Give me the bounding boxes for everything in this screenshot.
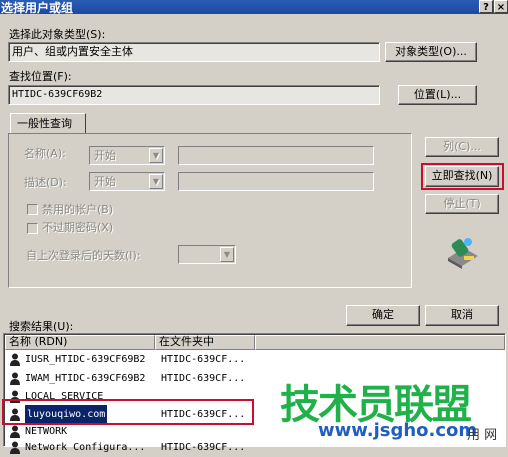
list-item[interactable]: IUSR_HTIDC-639CF69B2 HTIDC-639CF... — [5, 350, 255, 369]
chevron-down-icon: ▼ — [149, 174, 163, 189]
days-since-logon-label: 自上次登录后的天数(I): — [26, 249, 141, 262]
window-title: 选择用户或组 — [1, 1, 74, 15]
selected-row-highlight — [2, 399, 254, 425]
help-button[interactable]: ? — [479, 0, 493, 13]
locations-button[interactable]: 位置(L)... — [398, 85, 477, 105]
columns-button[interactable]: 列(C)... — [425, 137, 499, 157]
list-item[interactable]: Network Configura... HTIDC-639CF... — [5, 438, 255, 457]
column-header-folder[interactable]: 在文件夹中 — [155, 335, 255, 350]
object-type-label: 选择此对象类型(S): — [9, 28, 106, 41]
user-icon — [10, 441, 20, 454]
watermark-url: www.jsgho.com — [318, 420, 478, 441]
name-mode-value: 开始 — [94, 149, 116, 162]
user-icon — [10, 425, 20, 438]
chevron-down-icon: ▼ — [220, 247, 234, 262]
chevron-down-icon: ▼ — [149, 148, 163, 163]
name-input[interactable] — [178, 146, 374, 165]
days-since-logon-select[interactable]: ▼ — [178, 245, 236, 264]
description-label: 描述(D): — [24, 176, 67, 189]
object-type-field: 用户、组或内置安全主体 — [8, 42, 380, 62]
tab-general-query[interactable]: 一般性查询 — [10, 113, 86, 134]
watermark-partial-text: 用 网 — [467, 428, 498, 443]
location-field: HTIDC-639CF69B2 — [8, 85, 380, 105]
description-input[interactable] — [178, 172, 374, 191]
stop-button[interactable]: 停止(T) — [425, 194, 499, 214]
ok-button[interactable]: 确定 — [346, 305, 420, 326]
name-label: 名称(A): — [24, 147, 66, 160]
column-header-name[interactable]: 名称 (RDN) — [5, 335, 155, 350]
search-results-label: 搜索结果(U): — [9, 320, 74, 333]
object-types-button[interactable]: 对象类型(O)... — [385, 42, 477, 62]
description-mode-select[interactable]: 开始 ▼ — [89, 172, 165, 191]
no-expire-password-checkbox[interactable] — [27, 223, 38, 234]
user-icon — [10, 353, 20, 366]
search-flashlight-icon — [448, 238, 478, 269]
close-button[interactable]: × — [494, 0, 508, 13]
title-bar: 选择用户或组 ? × — [0, 0, 508, 15]
name-mode-select[interactable]: 开始 ▼ — [89, 146, 165, 165]
disabled-accounts-label: 禁用的帐户(B) — [42, 203, 114, 216]
cancel-button[interactable]: 取消 — [425, 305, 499, 326]
no-expire-password-label: 不过期密码(X) — [42, 221, 114, 234]
find-now-button[interactable]: 立即查找(N) — [425, 166, 499, 187]
location-label: 查找位置(F): — [9, 70, 72, 83]
user-icon — [10, 372, 20, 385]
list-item[interactable]: IWAM_HTIDC-639CF69B2 HTIDC-639CF... — [5, 369, 255, 388]
column-header-empty — [255, 335, 505, 350]
description-mode-value: 开始 — [94, 175, 116, 188]
disabled-accounts-checkbox[interactable] — [27, 204, 38, 215]
